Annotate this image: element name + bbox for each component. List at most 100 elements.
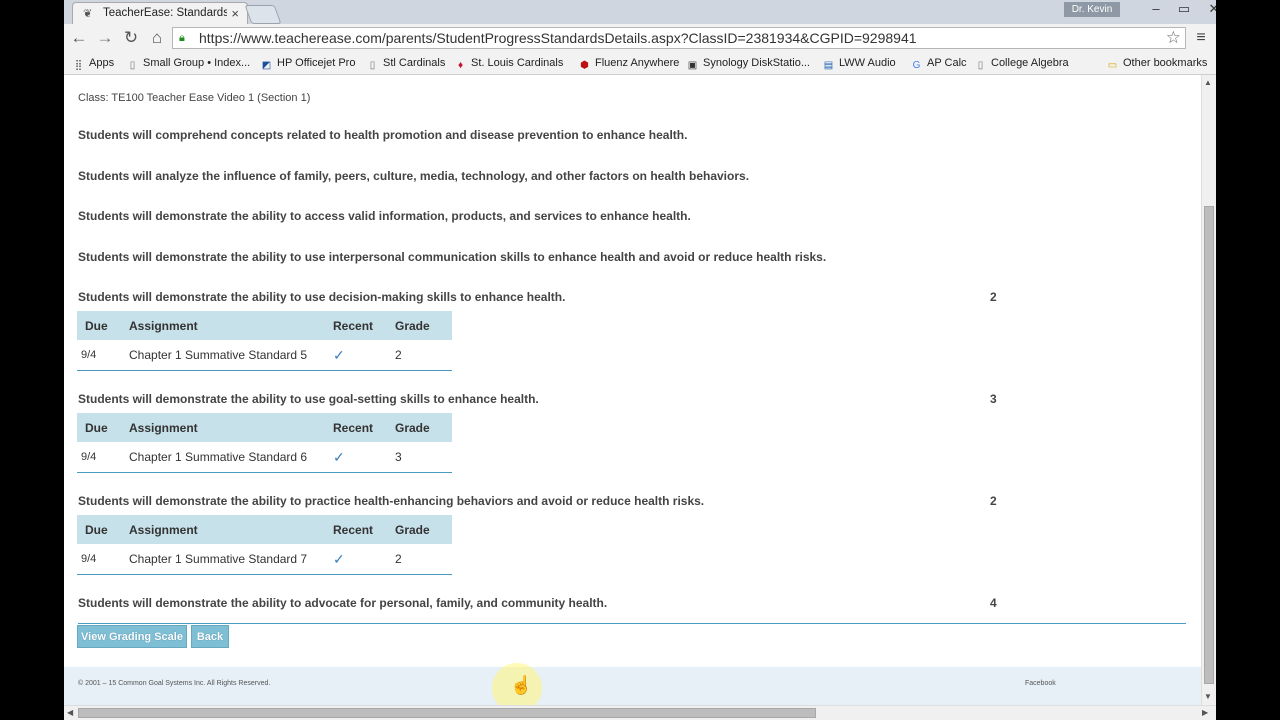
facebook-link[interactable]: Facebook (1025, 680, 1056, 687)
view-grading-scale-button[interactable]: View Grading Scale (77, 625, 187, 648)
tab-title: TeacherEase: Standards-B (103, 7, 227, 19)
assignment-cell[interactable]: Chapter 1 Summative Standard 5 (129, 340, 333, 371)
hp-icon: ◩ (261, 60, 272, 71)
bookmark-item[interactable]: ▣ Synology DiskStatio... (686, 55, 810, 71)
standard-score: 4 (990, 596, 997, 610)
grade-cell: 2 (395, 544, 452, 575)
hand-cursor-icon: ☝ (510, 675, 533, 695)
bookmark-item[interactable]: G AP Calc (910, 55, 967, 71)
checkmark-icon: ✓ (333, 550, 345, 567)
assignments-table: Due Assignment Recent Grade 9/4 Chapter … (77, 311, 452, 371)
col-header-recent[interactable]: Recent (333, 311, 395, 340)
col-header-recent[interactable]: Recent (333, 413, 395, 442)
bookmark-label: Apps (89, 57, 115, 69)
google-icon: G (912, 60, 921, 71)
bookmark-item[interactable]: ▭ Other bookmarks (1106, 55, 1208, 71)
bookmarks-bar: ⣿ Apps ▯ Small Group • Index... ◩ HP Officeje… (64, 52, 1216, 75)
bookmark-label: Synology DiskStatio... (703, 57, 810, 69)
reload-icon[interactable]: ↻ (120, 28, 142, 48)
table-row: 9/4 Chapter 1 Summative Standard 7 ✓ 2 (77, 544, 452, 575)
due-cell: 9/4 (77, 544, 129, 575)
col-header-grade[interactable]: Grade (395, 515, 452, 544)
vertical-scroll-thumb[interactable] (1204, 206, 1214, 684)
scroll-down-icon[interactable]: ▼ (1204, 692, 1212, 701)
table-header-row: Due Assignment Recent Grade (77, 311, 452, 340)
browser-tab[interactable]: ❦ TeacherEase: Standards-B × (72, 2, 248, 24)
assignment-cell[interactable]: Chapter 1 Summative Standard 7 (129, 544, 333, 575)
standard-text: Students will demonstrate the ability to… (78, 596, 608, 610)
table-row: 9/4 Chapter 1 Summative Standard 5 ✓ 2 (77, 340, 452, 371)
standard-text: Students will analyze the influence of f… (78, 169, 750, 183)
back-arrow-icon[interactable]: ← (68, 28, 90, 48)
col-header-grade[interactable]: Grade (395, 311, 452, 340)
cardinals-icon: ♦ (457, 60, 464, 71)
col-header-recent[interactable]: Recent (333, 515, 395, 544)
bookmark-label: St. Louis Cardinals (471, 57, 564, 69)
menu-icon[interactable]: ≡ (1192, 30, 1210, 46)
page-icon: ▯ (129, 60, 136, 71)
horizontal-scrollbar[interactable]: ◀ ▶ (64, 705, 1216, 720)
col-header-assignment[interactable]: Assignment (129, 311, 333, 340)
class-label: Class: TE100 Teacher Ease Video 1 (Secti… (78, 92, 311, 104)
standard-text: Students will comprehend concepts relate… (78, 128, 688, 142)
browser-window: ❦ TeacherEase: Standards-B × Dr. Kevin –… (64, 0, 1216, 720)
horizontal-scroll-thumb[interactable] (78, 708, 816, 718)
col-header-assignment[interactable]: Assignment (129, 413, 333, 442)
page-icon: ▯ (369, 60, 376, 71)
section-divider (78, 623, 1186, 624)
bookmark-label: HP Officejet Pro (277, 57, 356, 69)
title-bar: ❦ TeacherEase: Standards-B × Dr. Kevin –… (64, 0, 1216, 24)
scroll-left-icon[interactable]: ◀ (67, 708, 73, 717)
bookmark-item[interactable]: ▯ Small Group • Index... (126, 55, 250, 71)
lock-icon: 🔒︎ (179, 32, 185, 44)
new-tab-button[interactable] (244, 5, 282, 24)
bookmark-label: Small Group • Index... (143, 57, 251, 69)
minimize-button[interactable]: – (1142, 0, 1170, 18)
synology-icon: ▣ (687, 60, 698, 71)
copyright-text: © 2001 – 15 Common Goal Systems Inc. All… (78, 680, 271, 687)
close-window-button[interactable]: ✕ (1200, 0, 1216, 18)
assignments-table: Due Assignment Recent Grade 9/4 Chapter … (77, 515, 452, 575)
bookmark-item[interactable]: ♦ St. Louis Cardinals (454, 55, 563, 71)
tab-close-icon[interactable]: × (231, 6, 239, 21)
col-header-due[interactable]: Due (77, 311, 129, 340)
maximize-button[interactable]: ▭ (1170, 0, 1198, 18)
forward-arrow-icon[interactable]: → (94, 28, 116, 48)
table-header-row: Due Assignment Recent Grade (77, 413, 452, 442)
bookmark-item[interactable]: ▯ College Algebra (974, 55, 1069, 71)
bookmark-item[interactable]: ▤ LWW Audio (822, 55, 896, 71)
page-footer: © 2001 – 15 Common Goal Systems Inc. All… (64, 667, 1201, 705)
teacherease-favicon-icon: ❦ (83, 8, 93, 20)
bookmark-item[interactable]: ⣿ Apps (72, 55, 114, 71)
vertical-scrollbar[interactable]: ▲ ▼ (1201, 75, 1216, 705)
browser-toolbar: ← → ↻ ⌂ 🔒︎ https://www.teacherease.com/p… (64, 24, 1216, 52)
bookmark-item[interactable]: ◩ HP Officejet Pro (260, 55, 356, 71)
grade-cell: 2 (395, 340, 452, 371)
col-header-due[interactable]: Due (77, 413, 129, 442)
bookmark-label: Fluenz Anywhere (595, 57, 680, 69)
assignment-cell[interactable]: Chapter 1 Summative Standard 6 (129, 442, 333, 473)
fluenz-icon: ⬢ (580, 60, 589, 71)
scroll-up-icon[interactable]: ▲ (1204, 78, 1212, 87)
checkmark-icon: ✓ (333, 448, 345, 465)
bookmark-item[interactable]: ▯ Stl Cardinals (366, 55, 446, 71)
due-cell: 9/4 (77, 340, 129, 371)
home-icon[interactable]: ⌂ (146, 28, 168, 48)
url-text[interactable]: https://www.teacherease.com/parents/Stud… (199, 30, 917, 46)
bookmark-item[interactable]: ⬢ Fluenz Anywhere (578, 55, 679, 71)
bookmark-label: Other bookmarks (1123, 57, 1208, 69)
back-button[interactable]: Back (191, 625, 229, 648)
bookmark-label: Stl Cardinals (383, 57, 446, 69)
bookmark-star-icon[interactable]: ☆ (1166, 28, 1181, 48)
standard-text: Students will demonstrate the ability to… (78, 250, 827, 264)
col-header-due[interactable]: Due (77, 515, 129, 544)
col-header-grade[interactable]: Grade (395, 413, 452, 442)
col-header-assignment[interactable]: Assignment (129, 515, 333, 544)
scroll-right-icon[interactable]: ▶ (1202, 708, 1208, 717)
user-profile-button[interactable]: Dr. Kevin (1064, 2, 1120, 17)
standard-score: 2 (990, 494, 997, 508)
address-bar[interactable]: 🔒︎ https://www.teacherease.com/parents/S… (172, 27, 1186, 49)
table-row: 9/4 Chapter 1 Summative Standard 6 ✓ 3 (77, 442, 452, 473)
standard-text: Students will demonstrate the ability to… (78, 290, 566, 304)
page-content: Class: TE100 Teacher Ease Video 1 (Secti… (64, 75, 1201, 705)
